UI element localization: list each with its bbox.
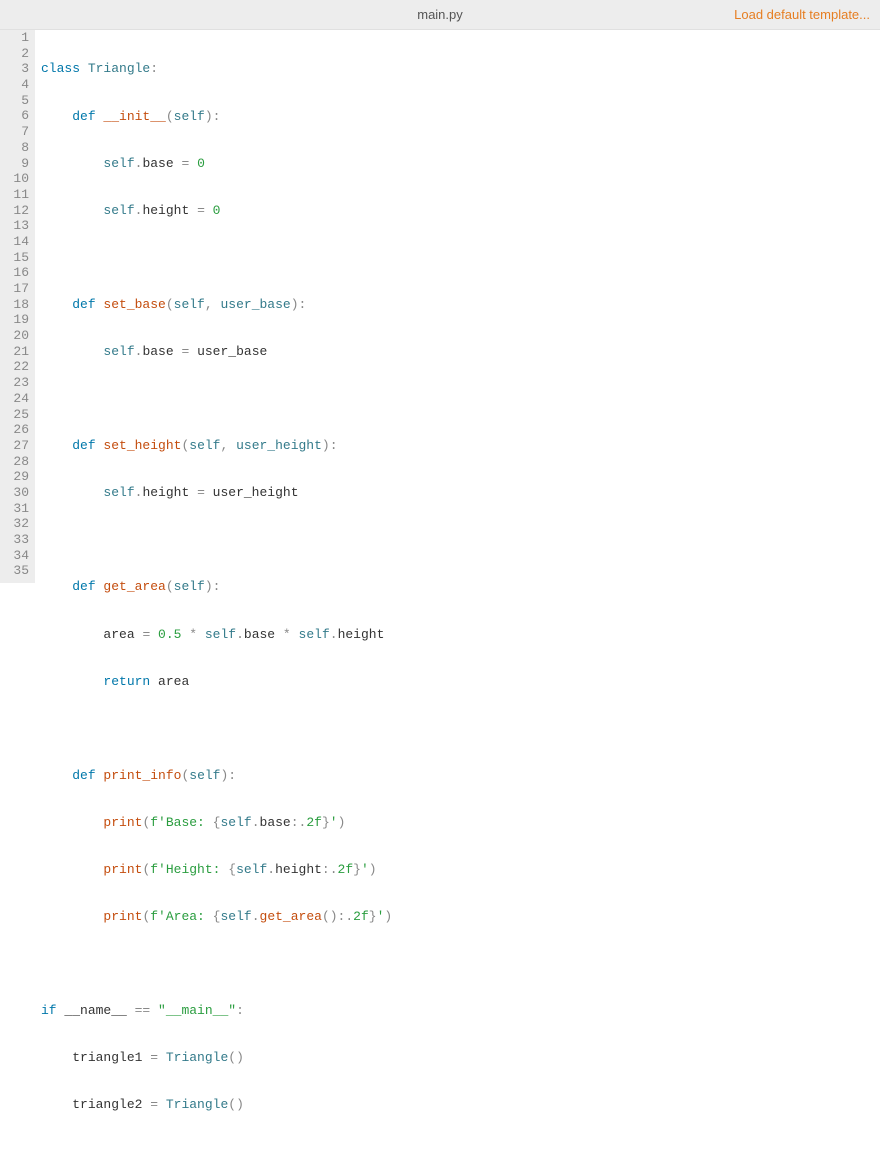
line-number: 20 (8, 328, 29, 344)
line-number: 15 (8, 250, 29, 266)
code-line: def set_height(self, user_height): (41, 438, 728, 454)
line-number: 8 (8, 140, 29, 156)
line-number: 18 (8, 297, 29, 313)
code-line: triangle2 = Triangle() (41, 1097, 728, 1113)
line-number: 11 (8, 187, 29, 203)
code-line: return area (41, 674, 728, 690)
line-number-gutter: 1234567891011121314151617181920212223242… (0, 30, 35, 583)
line-number: 5 (8, 93, 29, 109)
code-line: print(f'Area: {self.get_area():.2f}') (41, 909, 728, 925)
code-line (41, 1145, 728, 1161)
line-number: 4 (8, 77, 29, 93)
line-number: 27 (8, 438, 29, 454)
line-number: 33 (8, 532, 29, 548)
line-number: 31 (8, 501, 29, 517)
code-line: self.base = 0 (41, 156, 728, 172)
code-line: def __init__(self): (41, 109, 728, 125)
code-line: self.height = 0 (41, 203, 728, 219)
line-number: 25 (8, 407, 29, 423)
line-number: 16 (8, 265, 29, 281)
code-line: self.base = user_base (41, 344, 728, 360)
code-line (41, 956, 728, 972)
line-number: 19 (8, 312, 29, 328)
code-line: class Triangle: (41, 61, 728, 77)
line-number: 2 (8, 46, 29, 62)
line-number: 30 (8, 485, 29, 501)
code-line: self.height = user_height (41, 485, 728, 501)
code-line: def print_info(self): (41, 768, 728, 784)
line-number: 26 (8, 422, 29, 438)
code-line (41, 532, 728, 548)
line-number: 17 (8, 281, 29, 297)
code-line: area = 0.5 * self.base * self.height (41, 627, 728, 643)
code-line (41, 391, 728, 407)
code-line: print(f'Height: {self.height:.2f}') (41, 862, 728, 878)
code-line: def set_base(self, user_base): (41, 297, 728, 313)
line-number: 21 (8, 344, 29, 360)
line-number: 23 (8, 375, 29, 391)
line-number: 34 (8, 548, 29, 564)
line-number: 14 (8, 234, 29, 250)
line-number: 10 (8, 171, 29, 187)
code-area[interactable]: class Triangle: def __init__(self): self… (35, 30, 728, 583)
file-title: main.py (417, 7, 463, 22)
line-number: 13 (8, 218, 29, 234)
editor-header: main.py Load default template... (0, 0, 880, 30)
load-template-link[interactable]: Load default template... (734, 7, 870, 22)
line-number: 24 (8, 391, 29, 407)
line-number: 29 (8, 469, 29, 485)
line-number: 22 (8, 359, 29, 375)
code-line: triangle1 = Triangle() (41, 1050, 728, 1066)
code-line: if __name__ == "__main__": (41, 1003, 728, 1019)
code-line: print(f'Base: {self.base:.2f}') (41, 815, 728, 831)
line-number: 9 (8, 156, 29, 172)
line-number: 32 (8, 516, 29, 532)
line-number: 6 (8, 108, 29, 124)
code-line (41, 721, 728, 737)
line-number: 12 (8, 203, 29, 219)
line-number: 1 (8, 30, 29, 46)
code-editor[interactable]: 1234567891011121314151617181920212223242… (0, 30, 880, 583)
line-number: 3 (8, 61, 29, 77)
line-number: 35 (8, 563, 29, 579)
code-line: def get_area(self): (41, 579, 728, 595)
code-line (41, 250, 728, 266)
line-number: 28 (8, 454, 29, 470)
line-number: 7 (8, 124, 29, 140)
